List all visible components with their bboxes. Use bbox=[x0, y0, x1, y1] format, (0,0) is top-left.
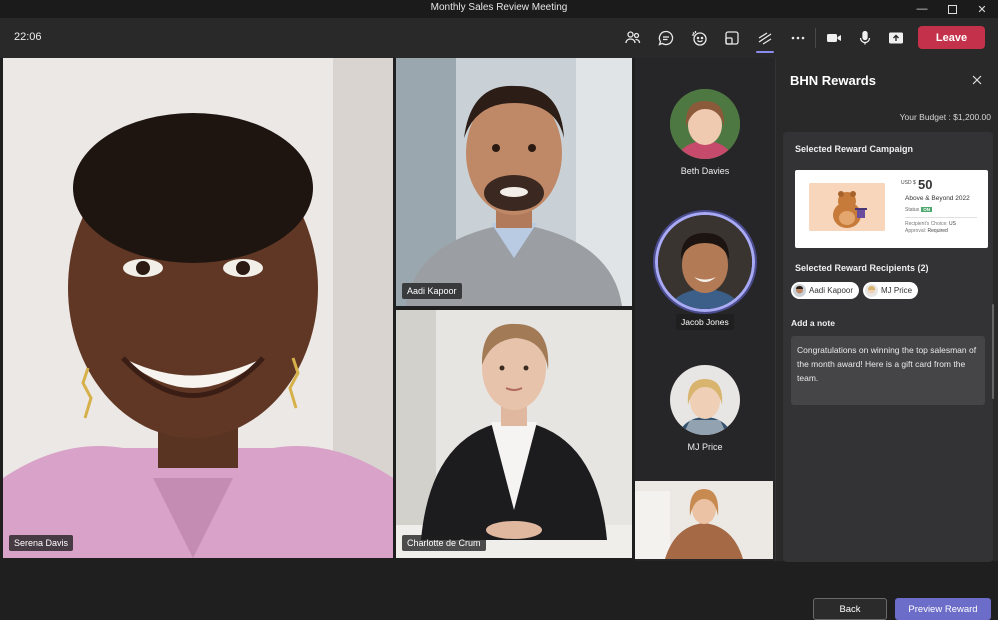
gift-card-image bbox=[809, 183, 885, 231]
reward-campaign-name: Above & Beyond 2022 bbox=[905, 195, 970, 202]
reward-approval: Approval: Required bbox=[905, 228, 948, 234]
meeting-timer: 22:06 bbox=[14, 31, 42, 43]
rail-name-beth: Beth Davies bbox=[680, 166, 730, 176]
video-stage: Serena Davis Aadi Kapoor Charlotte de Cr… bbox=[0, 58, 775, 561]
recipient-avatar-mj bbox=[865, 284, 878, 297]
campaign-section-label: Selected Reward Campaign bbox=[795, 144, 914, 154]
avatar-mj[interactable] bbox=[670, 365, 740, 435]
recipient-choice-value: US bbox=[949, 221, 956, 227]
preview-reward-button[interactable]: Preview Reward bbox=[895, 598, 991, 620]
title-bar: Monthly Sales Review Meeting — ✕ bbox=[0, 0, 998, 18]
recipient-avatar-aadi bbox=[793, 284, 806, 297]
people-icon[interactable] bbox=[620, 26, 646, 50]
aadi-video-image bbox=[396, 58, 632, 306]
avatar-beth[interactable] bbox=[670, 89, 740, 159]
bhn-rewards-panel: BHN Rewards Your Budget : $1,200.00 Sele… bbox=[775, 58, 998, 620]
video-tile-charlotte[interactable]: Charlotte de Crum bbox=[396, 310, 632, 558]
maximize-icon[interactable] bbox=[937, 0, 967, 18]
approval-value: Required bbox=[927, 228, 948, 234]
chat-icon[interactable] bbox=[653, 26, 679, 50]
reward-campaign-card[interactable]: USD $ 50 Above & Beyond 2022 Status ON Re… bbox=[795, 170, 988, 248]
reward-amount: 50 bbox=[918, 177, 933, 192]
video-tile-serena[interactable]: Serena Davis bbox=[3, 58, 393, 558]
name-tag-aadi: Aadi Kapoor bbox=[402, 283, 462, 299]
reactions-icon[interactable] bbox=[686, 26, 712, 50]
avatar-jacob-speaking[interactable] bbox=[655, 212, 755, 312]
note-textarea[interactable]: Congratulations on winning the top sales… bbox=[791, 336, 985, 405]
self-preview-video[interactable] bbox=[635, 481, 773, 559]
name-tag-charlotte: Charlotte de Crum bbox=[402, 535, 486, 551]
recipient-name-aadi: Aadi Kapoor bbox=[809, 286, 854, 295]
reward-form-card: Selected Reward Campaign USD $ 50 Above … bbox=[783, 132, 993, 620]
more-icon[interactable] bbox=[785, 26, 811, 50]
reward-status-label: Status bbox=[905, 207, 920, 213]
note-section-label: Add a note bbox=[791, 318, 835, 328]
toolbar-divider bbox=[815, 28, 816, 48]
mic-icon[interactable] bbox=[852, 26, 878, 50]
participant-rail: Beth Davies Jacob Jones MJ Price bbox=[635, 58, 775, 561]
reward-status: Status ON bbox=[905, 207, 932, 213]
recipient-choice-label: Recipient's Choice: bbox=[905, 221, 948, 227]
apps-icon[interactable] bbox=[752, 26, 778, 53]
leave-button[interactable]: Leave bbox=[918, 26, 985, 49]
video-tile-aadi[interactable]: Aadi Kapoor bbox=[396, 58, 632, 306]
panel-scrollbar[interactable] bbox=[992, 304, 994, 399]
back-button[interactable]: Back bbox=[813, 598, 887, 620]
reward-card-divider bbox=[905, 217, 977, 218]
view-icon[interactable] bbox=[719, 26, 745, 50]
reward-currency: USD $ bbox=[901, 180, 916, 186]
charlotte-video-image bbox=[396, 310, 632, 558]
serena-video-image bbox=[3, 58, 393, 558]
close-icon[interactable] bbox=[969, 72, 985, 88]
name-tag-serena: Serena Davis bbox=[9, 535, 74, 551]
minimize-icon[interactable]: — bbox=[907, 0, 937, 18]
name-tag-jacob: Jacob Jones bbox=[676, 314, 734, 330]
camera-icon[interactable] bbox=[821, 26, 847, 50]
budget-label: Your Budget : $1,200.00 bbox=[899, 112, 991, 122]
share-icon[interactable] bbox=[883, 26, 909, 50]
reward-status-badge: ON bbox=[921, 207, 932, 212]
rail-name-mj: MJ Price bbox=[687, 442, 723, 452]
recipient-chip-mj[interactable]: MJ Price bbox=[863, 282, 919, 299]
reward-recipient-choice: Recipient's Choice: US bbox=[905, 221, 956, 227]
window-title: Monthly Sales Review Meeting bbox=[430, 2, 568, 13]
close-window-icon[interactable]: ✕ bbox=[967, 0, 997, 18]
recipient-name-mj: MJ Price bbox=[881, 286, 913, 295]
approval-label: Approval: bbox=[905, 228, 927, 234]
recipient-chip-aadi[interactable]: Aadi Kapoor bbox=[791, 282, 860, 299]
recipients-section-label: Selected Reward Recipients (2) bbox=[795, 263, 929, 273]
meeting-toolbar: 22:06 Leave bbox=[0, 18, 998, 58]
panel-title: BHN Rewards bbox=[790, 73, 876, 88]
